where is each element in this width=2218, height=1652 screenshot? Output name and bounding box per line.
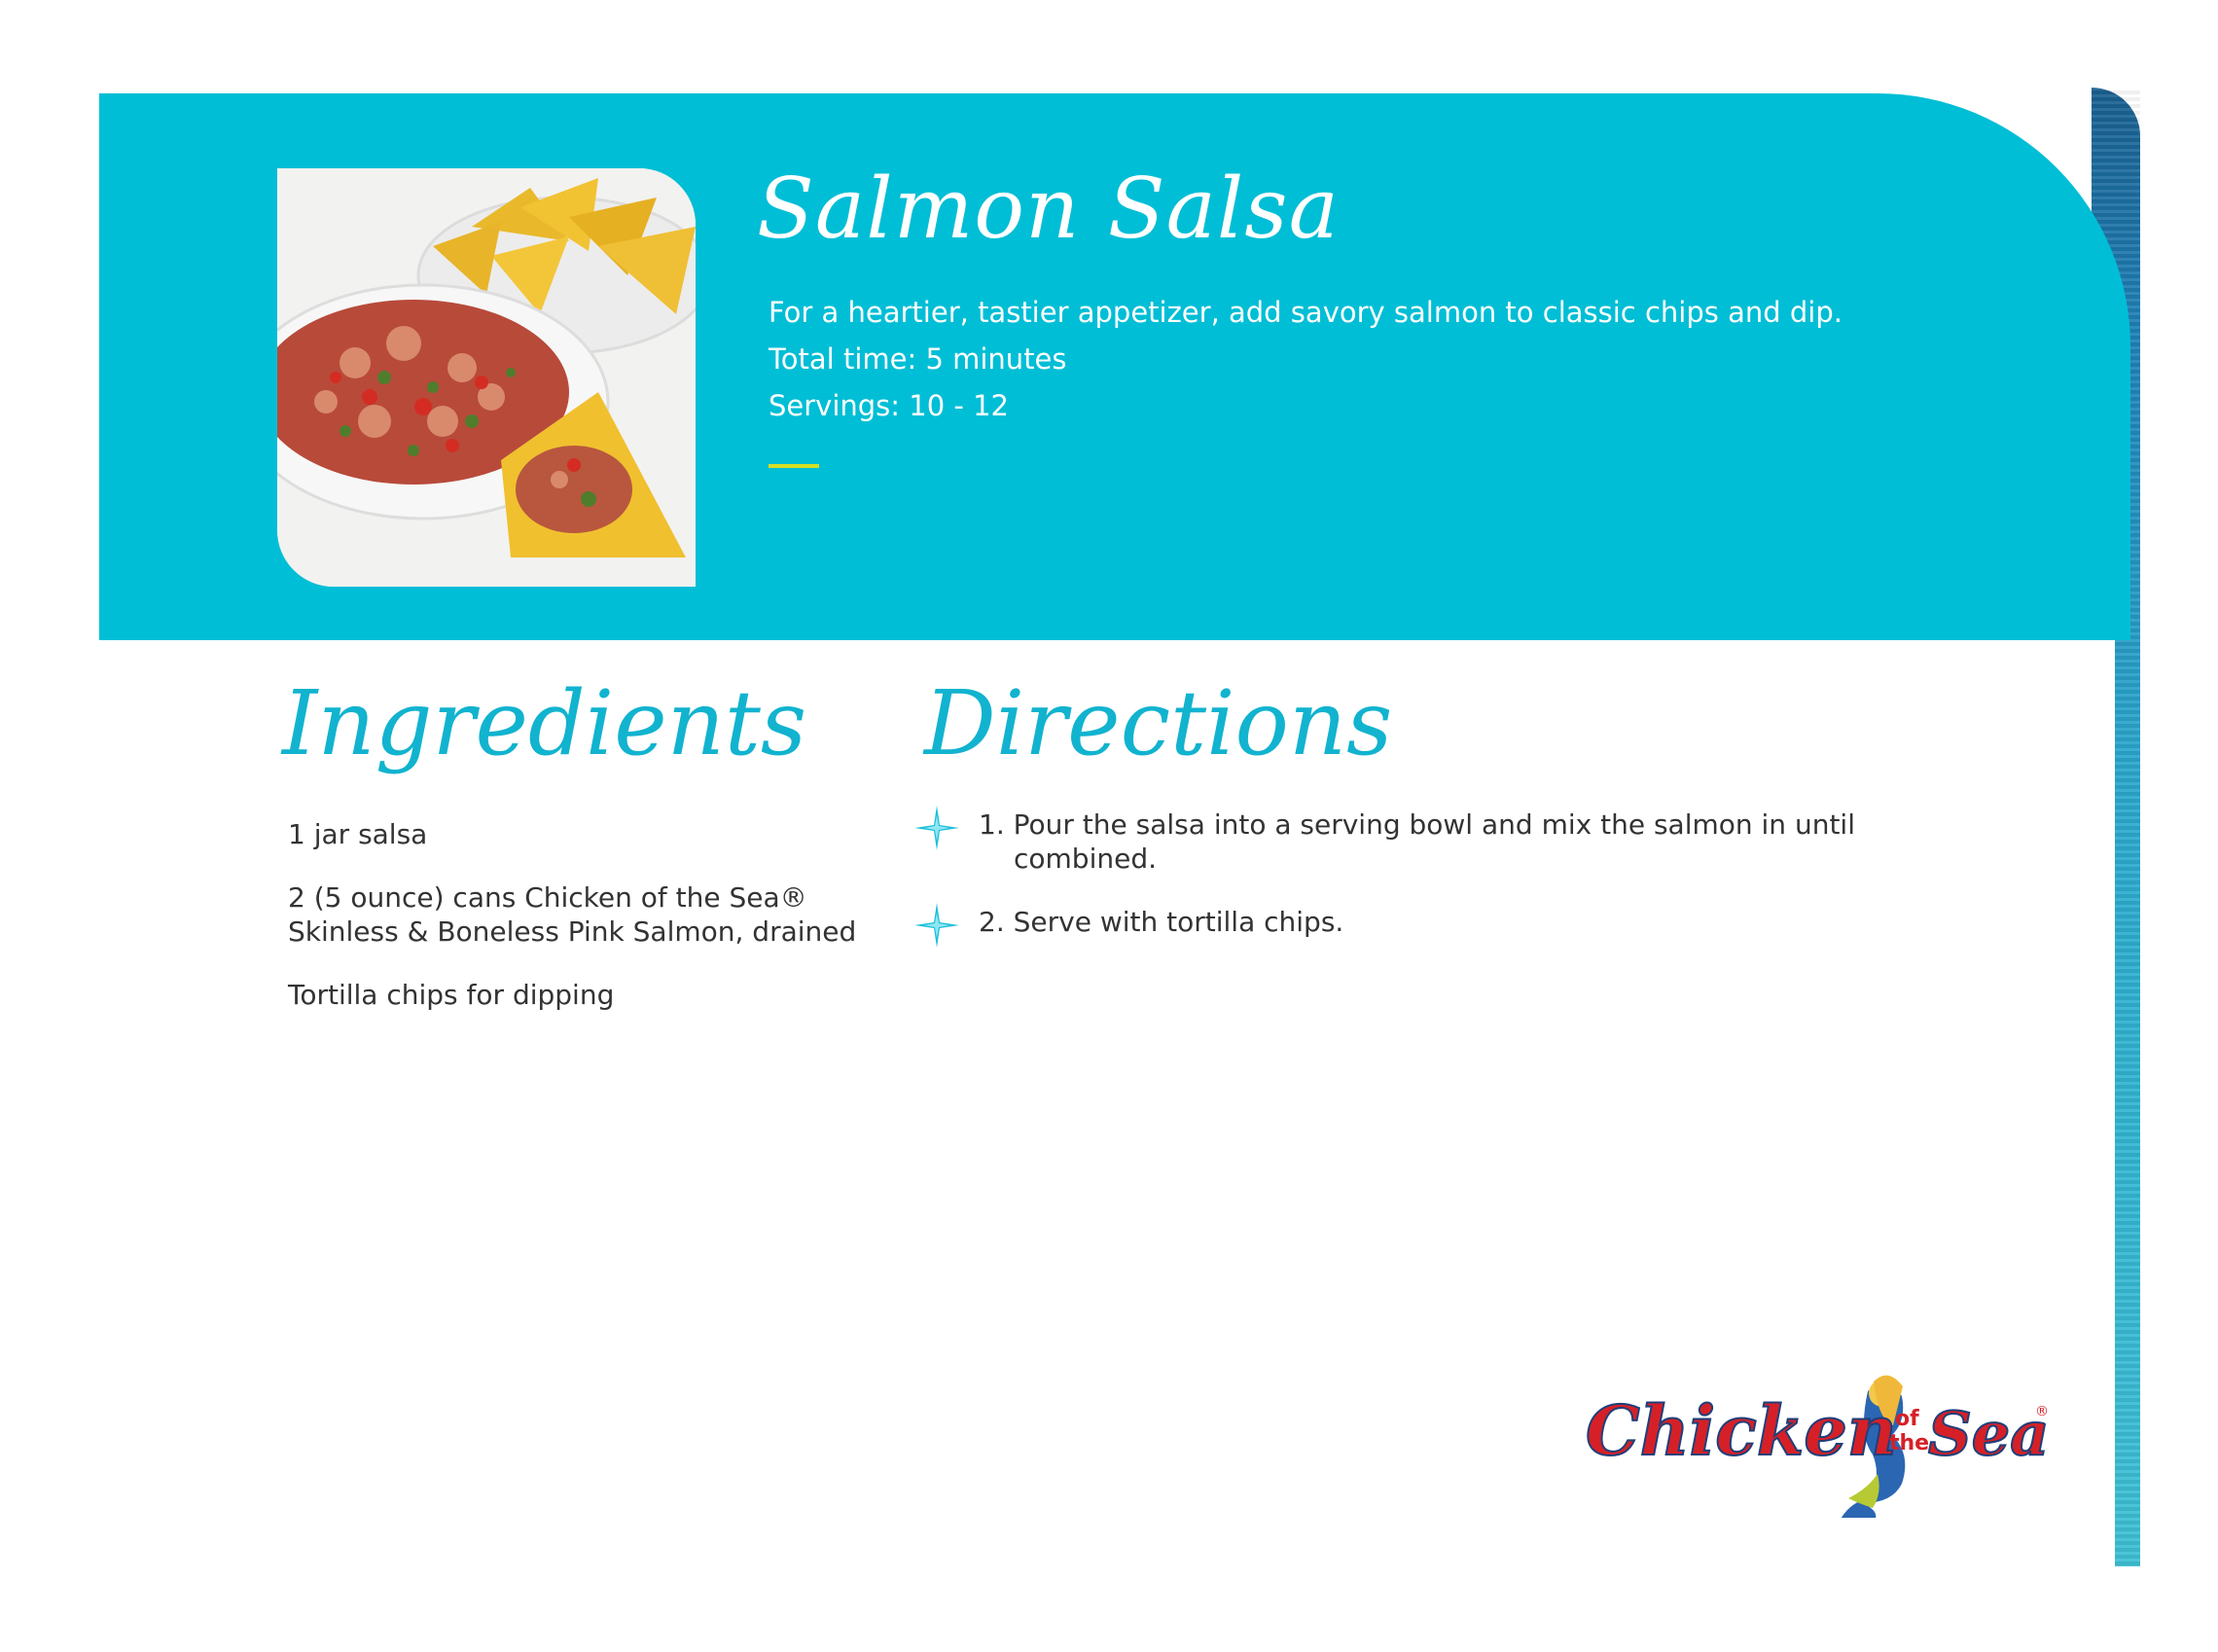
direction-step: 2. Serve with tortilla chips. xyxy=(912,903,1885,948)
logo-word-of: of xyxy=(1895,1407,1919,1431)
recipe-info: For a heartier, tastier appetizer, add s… xyxy=(769,298,1842,438)
ingredient-item: 2 (5 ounce) cans Chicken of the Sea® Ski… xyxy=(288,881,857,948)
accent-divider xyxy=(769,464,819,468)
ingredients-heading: Ingredients xyxy=(282,671,807,775)
directions-heading: Directions xyxy=(924,671,1393,775)
logo-word-the: the xyxy=(1889,1431,1929,1455)
chicken-of-the-sea-logo: Chicken of the Sea ® xyxy=(1586,1375,2050,1518)
logo-word-sea: Sea xyxy=(1928,1398,2049,1469)
ingredient-item: 1 jar salsa xyxy=(288,818,428,850)
direction-step-text: 1. Pour the salsa into a serving bowl an… xyxy=(979,808,1885,876)
ingredients-list: 1 jar salsa 2 (5 ounce) cans Chicken of … xyxy=(288,817,872,1041)
logo-word-chicken: Chicken xyxy=(1586,1390,1897,1471)
ingredient-item: Tortilla chips for dipping xyxy=(288,979,615,1011)
servings: Servings: 10 - 12 xyxy=(769,389,1009,422)
total-time: Total time: 5 minutes xyxy=(769,342,1067,376)
sparkle-bullet-icon xyxy=(914,806,959,850)
directions-list: 1. Pour the salsa into a serving bowl an… xyxy=(912,806,1885,968)
sparkle-bullet-icon xyxy=(914,903,959,948)
direction-step: 1. Pour the salsa into a serving bowl an… xyxy=(912,806,1885,876)
recipe-description: For a heartier, tastier appetizer, add s… xyxy=(769,296,1842,329)
direction-step-text: 2. Serve with tortilla chips. xyxy=(979,906,1344,938)
recipe-title: Salmon Salsa xyxy=(757,161,1340,258)
logo-registered-mark: ® xyxy=(2035,1404,2049,1419)
recipe-photo xyxy=(277,168,696,587)
direction-step-line: combined. xyxy=(1014,843,1157,875)
direction-step-line: 1. Pour the salsa into a serving bowl an… xyxy=(979,808,1855,841)
